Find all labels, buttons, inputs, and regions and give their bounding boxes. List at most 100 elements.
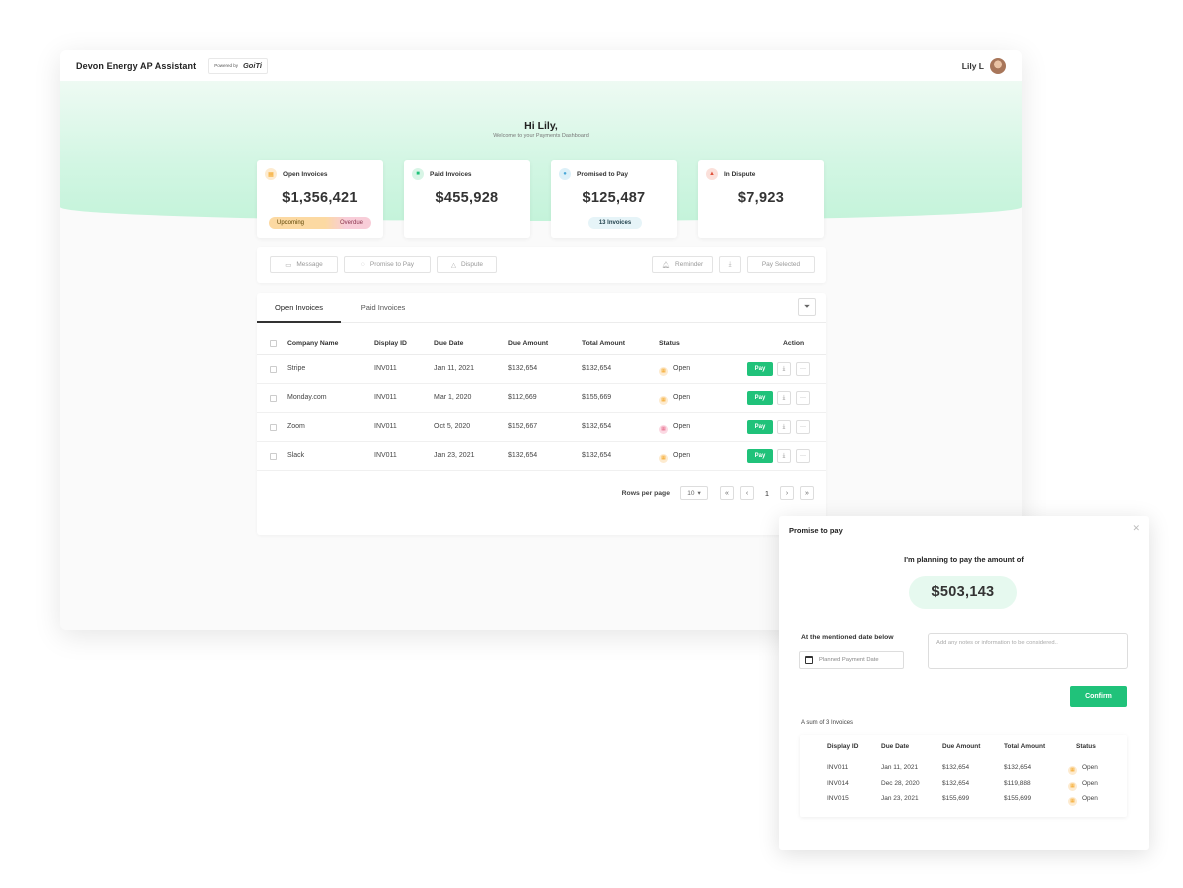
download-icon[interactable]: ⤓: [777, 362, 791, 376]
due-amount: $132,654: [508, 452, 538, 459]
total-amount: $155,699: [1004, 795, 1032, 802]
stat-card-dispute[interactable]: ▲ In Dispute $7,923: [698, 160, 824, 238]
download-icon[interactable]: ⤓: [777, 449, 791, 463]
stat-card-open[interactable]: ▦ Open Invoices $1,356,421 Upcoming Over…: [257, 160, 383, 238]
row-checkbox[interactable]: [270, 395, 277, 402]
tab-paid-invoices[interactable]: Paid Invoices: [347, 293, 419, 323]
notes-textarea[interactable]: Add any notes or information to be consi…: [928, 633, 1128, 669]
column-header: Due Amount: [942, 743, 981, 750]
stat-card-paid[interactable]: ■ Paid Invoices $455,928: [404, 160, 530, 238]
promise-to-pay-button[interactable]: ◌ Promise to Pay: [344, 256, 431, 273]
pay-button[interactable]: Pay: [747, 362, 773, 376]
prev-page-icon[interactable]: ‹: [740, 486, 754, 500]
column-header: Status: [1076, 743, 1096, 750]
upcoming-label: Upcoming: [277, 220, 305, 226]
display-id: INV011: [374, 423, 397, 430]
pay-selected-label: Pay Selected: [761, 261, 801, 268]
column-header[interactable]: Due Amount: [508, 340, 548, 347]
status-text: Open: [673, 394, 691, 401]
pay-button[interactable]: Pay: [747, 449, 773, 463]
date-label: At the mentioned date below: [801, 634, 894, 641]
row-checkbox[interactable]: [270, 424, 277, 431]
dispute-button[interactable]: △ Dispute: [437, 256, 497, 273]
download-button[interactable]: ⤓: [719, 256, 741, 273]
invoice-tabs: Open Invoices Paid Invoices ⏷: [257, 293, 826, 323]
pay-button[interactable]: Pay: [747, 420, 773, 434]
planned-payment-date-input[interactable]: Planned Payment Date: [799, 651, 904, 669]
column-header[interactable]: Total Amount: [582, 340, 625, 347]
greeting: Hi Lily, Welcome to your Payments Dashbo…: [60, 120, 1022, 139]
stat-label: In Dispute: [724, 170, 756, 178]
filter-icon[interactable]: ⏷: [798, 298, 816, 316]
company-name: Stripe: [287, 365, 306, 372]
status-icon: ▦: [1068, 782, 1077, 791]
select-all-checkbox[interactable]: [270, 340, 277, 347]
stat-value: $1,356,421: [282, 190, 358, 206]
column-header[interactable]: Status: [659, 340, 680, 347]
upcoming-overdue-bar: Upcoming Overdue: [269, 217, 371, 229]
hero-banner: [60, 81, 1022, 221]
user-name: Lily L: [961, 60, 984, 71]
stat-card-promised[interactable]: ● Promised to Pay $125,487 13 Invoices: [551, 160, 677, 238]
due-date: Jan 23, 2021: [434, 452, 475, 459]
close-icon[interactable]: ✕: [1132, 523, 1140, 534]
greeting-subtitle: Welcome to your Payments Dashboard: [493, 133, 589, 139]
column-header[interactable]: Company Name: [287, 340, 338, 347]
pay-selected-button[interactable]: Pay Selected: [747, 256, 815, 273]
last-page-icon[interactable]: »: [800, 486, 814, 500]
more-options-icon[interactable]: ···: [796, 362, 810, 376]
table-row[interactable]: Monday.com INV011 Mar 1, 2020 $112,669 $…: [257, 384, 826, 413]
user-menu[interactable]: Lily L: [961, 57, 1006, 74]
status-text: Open: [673, 423, 691, 430]
confirm-button[interactable]: Confirm: [1070, 686, 1127, 707]
due-amount: $132,654: [942, 780, 970, 787]
more-options-icon[interactable]: ···: [796, 449, 810, 463]
action-toolbar: ▭ Message ◌ Promise to Pay △ Dispute 🔔︎ …: [257, 247, 826, 283]
download-icon[interactable]: ⤓: [777, 420, 791, 434]
total-amount: $132,654: [582, 365, 612, 372]
row-checkbox[interactable]: [270, 453, 277, 460]
due-date: Jan 11, 2021: [434, 365, 474, 372]
due-date: Oct 5, 2020: [434, 423, 471, 430]
company-name: Zoom: [287, 423, 305, 430]
status-text: Open: [673, 452, 691, 459]
rows-per-page-value: 10: [687, 489, 695, 497]
row-checkbox[interactable]: [270, 366, 277, 373]
brand-logo: GoiTi: [242, 61, 262, 70]
current-page[interactable]: 1: [760, 489, 774, 498]
table-row[interactable]: Zoom INV011 Oct 5, 2020 $152,667 $132,65…: [257, 413, 826, 442]
overdue-label: Overdue: [339, 220, 363, 226]
top-bar: Devon Energy AP Assistant Powered by Goi…: [60, 50, 1022, 81]
more-options-icon[interactable]: ···: [796, 391, 810, 405]
due-date: Mar 1, 2020: [434, 394, 472, 401]
more-options-icon[interactable]: ···: [796, 420, 810, 434]
due-date: Jan 23, 2021: [881, 795, 919, 802]
message-button[interactable]: ▭ Message: [270, 256, 338, 273]
table-row[interactable]: Slack INV011 Jan 23, 2021 $132,654 $132,…: [257, 442, 826, 471]
dispute-label: Dispute: [460, 261, 484, 268]
column-header: Action: [783, 340, 805, 347]
modal-invoice-table: Display ID Due Date Due Amount Total Amo…: [800, 735, 1127, 817]
next-page-icon[interactable]: ›: [780, 486, 794, 500]
pay-button[interactable]: Pay: [747, 391, 773, 405]
tab-open-invoices[interactable]: Open Invoices: [257, 293, 341, 323]
column-header[interactable]: Due Date: [434, 340, 463, 347]
status-badge: ▦ Open: [659, 423, 690, 434]
table-header: Company Name Display ID Due Date Due Amo…: [257, 333, 826, 355]
bell-icon: 🔔︎: [661, 261, 671, 269]
rows-per-page-select[interactable]: 10 ▾: [680, 486, 708, 500]
avatar[interactable]: [990, 57, 1006, 74]
first-page-icon[interactable]: «: [720, 486, 734, 500]
download-icon[interactable]: ⤓: [777, 391, 791, 405]
table-row[interactable]: Stripe INV011 Jan 11, 2021 $132,654 $132…: [257, 355, 826, 384]
stat-label: Paid Invoices: [430, 170, 472, 178]
due-date: Jan 11, 2021: [881, 764, 919, 771]
reminder-button[interactable]: 🔔︎ Reminder: [652, 256, 713, 273]
column-header[interactable]: Display ID: [374, 340, 407, 347]
app-title: Devon Energy AP Assistant: [76, 60, 197, 71]
table-row: INV014 Dec 28, 2020 $132,654 $119,888 ▦ O…: [800, 780, 1127, 796]
message-label: Message: [296, 261, 323, 268]
status-text: Open: [1082, 780, 1098, 787]
due-amount: $112,669: [508, 394, 537, 401]
display-id: INV011: [374, 365, 397, 372]
